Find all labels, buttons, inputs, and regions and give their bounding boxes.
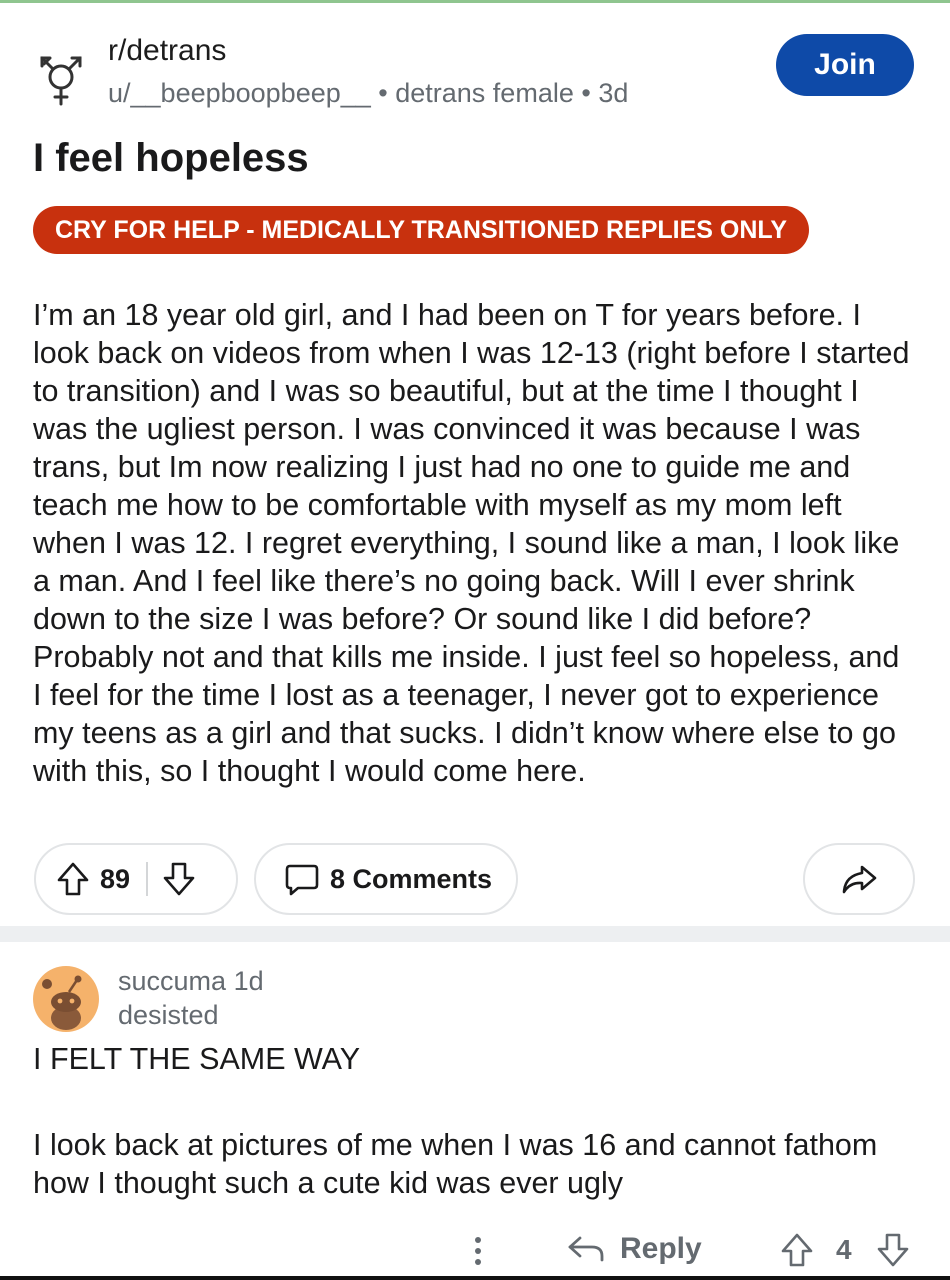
meta-separator: • — [573, 78, 599, 108]
downvote-arrow-icon[interactable] — [162, 861, 196, 897]
comment-author-line: succuma 1d — [118, 966, 264, 997]
post-title: I feel hopeless — [33, 136, 309, 180]
comment-vote-count: 4 — [836, 1234, 852, 1265]
post-flair-badge: CRY FOR HELP - MEDICALLY TRANSITIONED RE… — [33, 206, 810, 254]
join-button[interactable]: Join — [776, 34, 914, 96]
comments-button[interactable]: 8 Comments — [254, 843, 518, 915]
commenter-avatar[interactable] — [33, 966, 99, 1032]
comment-downvote-arrow-icon[interactable] — [876, 1232, 910, 1268]
comment-username[interactable]: succuma — [118, 966, 226, 996]
reply-arrow-icon — [568, 1236, 604, 1262]
section-divider — [0, 926, 950, 942]
comment-upvote-arrow-icon[interactable] — [780, 1232, 814, 1268]
vote-control: 89 — [34, 843, 238, 915]
author-flair: detrans female — [395, 78, 574, 108]
comment-paragraph: I FELT THE SAME WAY — [33, 1042, 361, 1076]
comment-body: I FELT THE SAME WAY I look back at pictu… — [33, 1040, 913, 1202]
reply-button[interactable]: Reply — [566, 1232, 702, 1266]
speech-bubble-icon — [285, 864, 319, 896]
share-button[interactable] — [803, 843, 915, 915]
author-name[interactable]: u/__beepboopbeep__ — [108, 78, 371, 108]
comment-paragraph: I look back at pictures of me when I was… — [33, 1128, 878, 1200]
vertical-dots-icon[interactable] — [468, 1232, 488, 1272]
reply-label: Reply — [620, 1232, 702, 1265]
upvote-arrow-icon[interactable] — [56, 861, 90, 897]
post-meta: u/__beepboopbeep__ • detrans female • 3d — [108, 78, 628, 109]
top-edge-line — [0, 0, 950, 3]
meta-separator: • — [370, 78, 396, 108]
vote-divider — [146, 862, 149, 896]
transgender-symbol-icon[interactable] — [36, 50, 86, 108]
vote-count: 89 — [100, 863, 131, 894]
subreddit-name[interactable]: r/detrans — [108, 34, 226, 68]
bottom-edge-line — [0, 1276, 950, 1280]
comment-age: 1d — [233, 966, 264, 996]
share-arrow-icon — [842, 865, 877, 894]
post-body: I’m an 18 year old girl, and I had been … — [33, 298, 910, 788]
comments-count-label: 8 Comments — [330, 863, 493, 894]
post-age: 3d — [598, 78, 629, 108]
comment-author-flair: desisted — [118, 1000, 219, 1030]
